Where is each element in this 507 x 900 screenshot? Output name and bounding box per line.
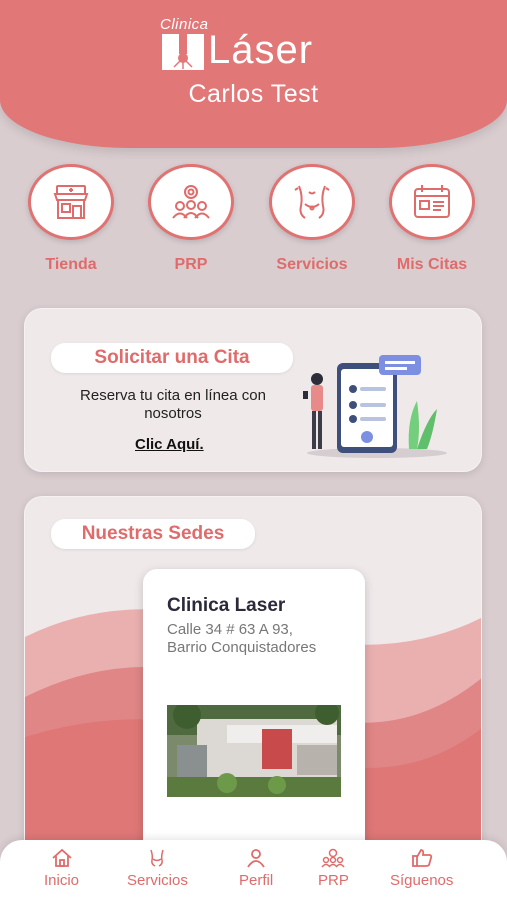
quick-action-label: PRP — [174, 256, 208, 273]
nav-item-prp[interactable]: PRP — [318, 848, 349, 889]
quick-action-circle[interactable] — [389, 164, 475, 240]
location-card[interactable]: Clinica Laser Calle 34 # 63 A 93, Barrio… — [143, 569, 365, 859]
appointment-description: Reserva tu cita en línea con nosotros — [80, 387, 266, 422]
user-icon — [247, 849, 265, 868]
quick-action-circle[interactable] — [28, 164, 114, 240]
nav-label: Inicio — [44, 872, 80, 889]
quick-action-circle[interactable] — [148, 164, 234, 240]
quick-actions: Tienda PRP Servicios Mis Citas — [0, 164, 507, 284]
appointment-title: Solicitar una Cita — [51, 343, 293, 373]
services-icon — [150, 849, 165, 867]
calendar-icon — [414, 185, 450, 218]
clinic-logo: Clinica Láser — [160, 16, 350, 76]
app-header: Clinica Láser Carlos Test — [0, 0, 507, 148]
logo-small-text: Clinica — [160, 16, 209, 33]
locations-title: Nuestras Sedes — [51, 519, 255, 549]
nav-item-inicio[interactable]: Inicio — [44, 848, 79, 889]
nav-label: Síguenos — [390, 872, 454, 889]
nav-item-siguenos[interactable]: Síguenos — [390, 848, 453, 889]
user-name: Carlos Test — [188, 80, 319, 108]
quick-action-label: Mis Citas — [396, 256, 468, 273]
quick-action-mis-citas[interactable]: Mis Citas — [377, 164, 487, 274]
locations-card: Nuestras Sedes Clinica Laser Calle 34 # … — [24, 496, 482, 876]
nav-item-servicios[interactable]: Servicios — [127, 848, 188, 889]
logo-big-text: Láser — [208, 28, 314, 72]
prp-group-icon — [172, 185, 210, 219]
thumbs-up-icon — [411, 849, 432, 867]
appointment-card[interactable]: Solicitar una Cita Reserva tu cita en lí… — [24, 308, 482, 472]
quick-action-servicios[interactable]: Servicios — [257, 164, 367, 274]
appointment-link[interactable]: Clic Aquí. — [135, 436, 204, 453]
quick-action-circle[interactable] — [269, 164, 355, 240]
location-address: Calle 34 # 63 A 93, Barrio Conquistadore… — [167, 621, 317, 656]
booking-illustration — [303, 355, 447, 458]
body-icon — [294, 185, 330, 219]
quick-action-prp[interactable]: PRP — [136, 164, 246, 274]
home-icon — [51, 848, 72, 867]
location-name: Clinica Laser — [167, 595, 286, 616]
nav-label: Servicios — [127, 872, 188, 889]
laser-mark-icon — [162, 34, 204, 70]
store-icon — [53, 185, 89, 219]
nav-label: Perfil — [239, 872, 274, 889]
quick-action-tienda[interactable]: Tienda — [16, 164, 126, 274]
quick-action-label: Tienda — [45, 256, 97, 273]
location-photo — [167, 705, 341, 797]
bottom-nav: Inicio Servicios Perfil PRP Síguenos — [0, 840, 507, 900]
prp-icon — [321, 848, 346, 868]
quick-action-label: Servicios — [276, 256, 348, 273]
nav-label: PRP — [318, 872, 349, 889]
nav-item-perfil[interactable]: Perfil — [239, 848, 273, 889]
